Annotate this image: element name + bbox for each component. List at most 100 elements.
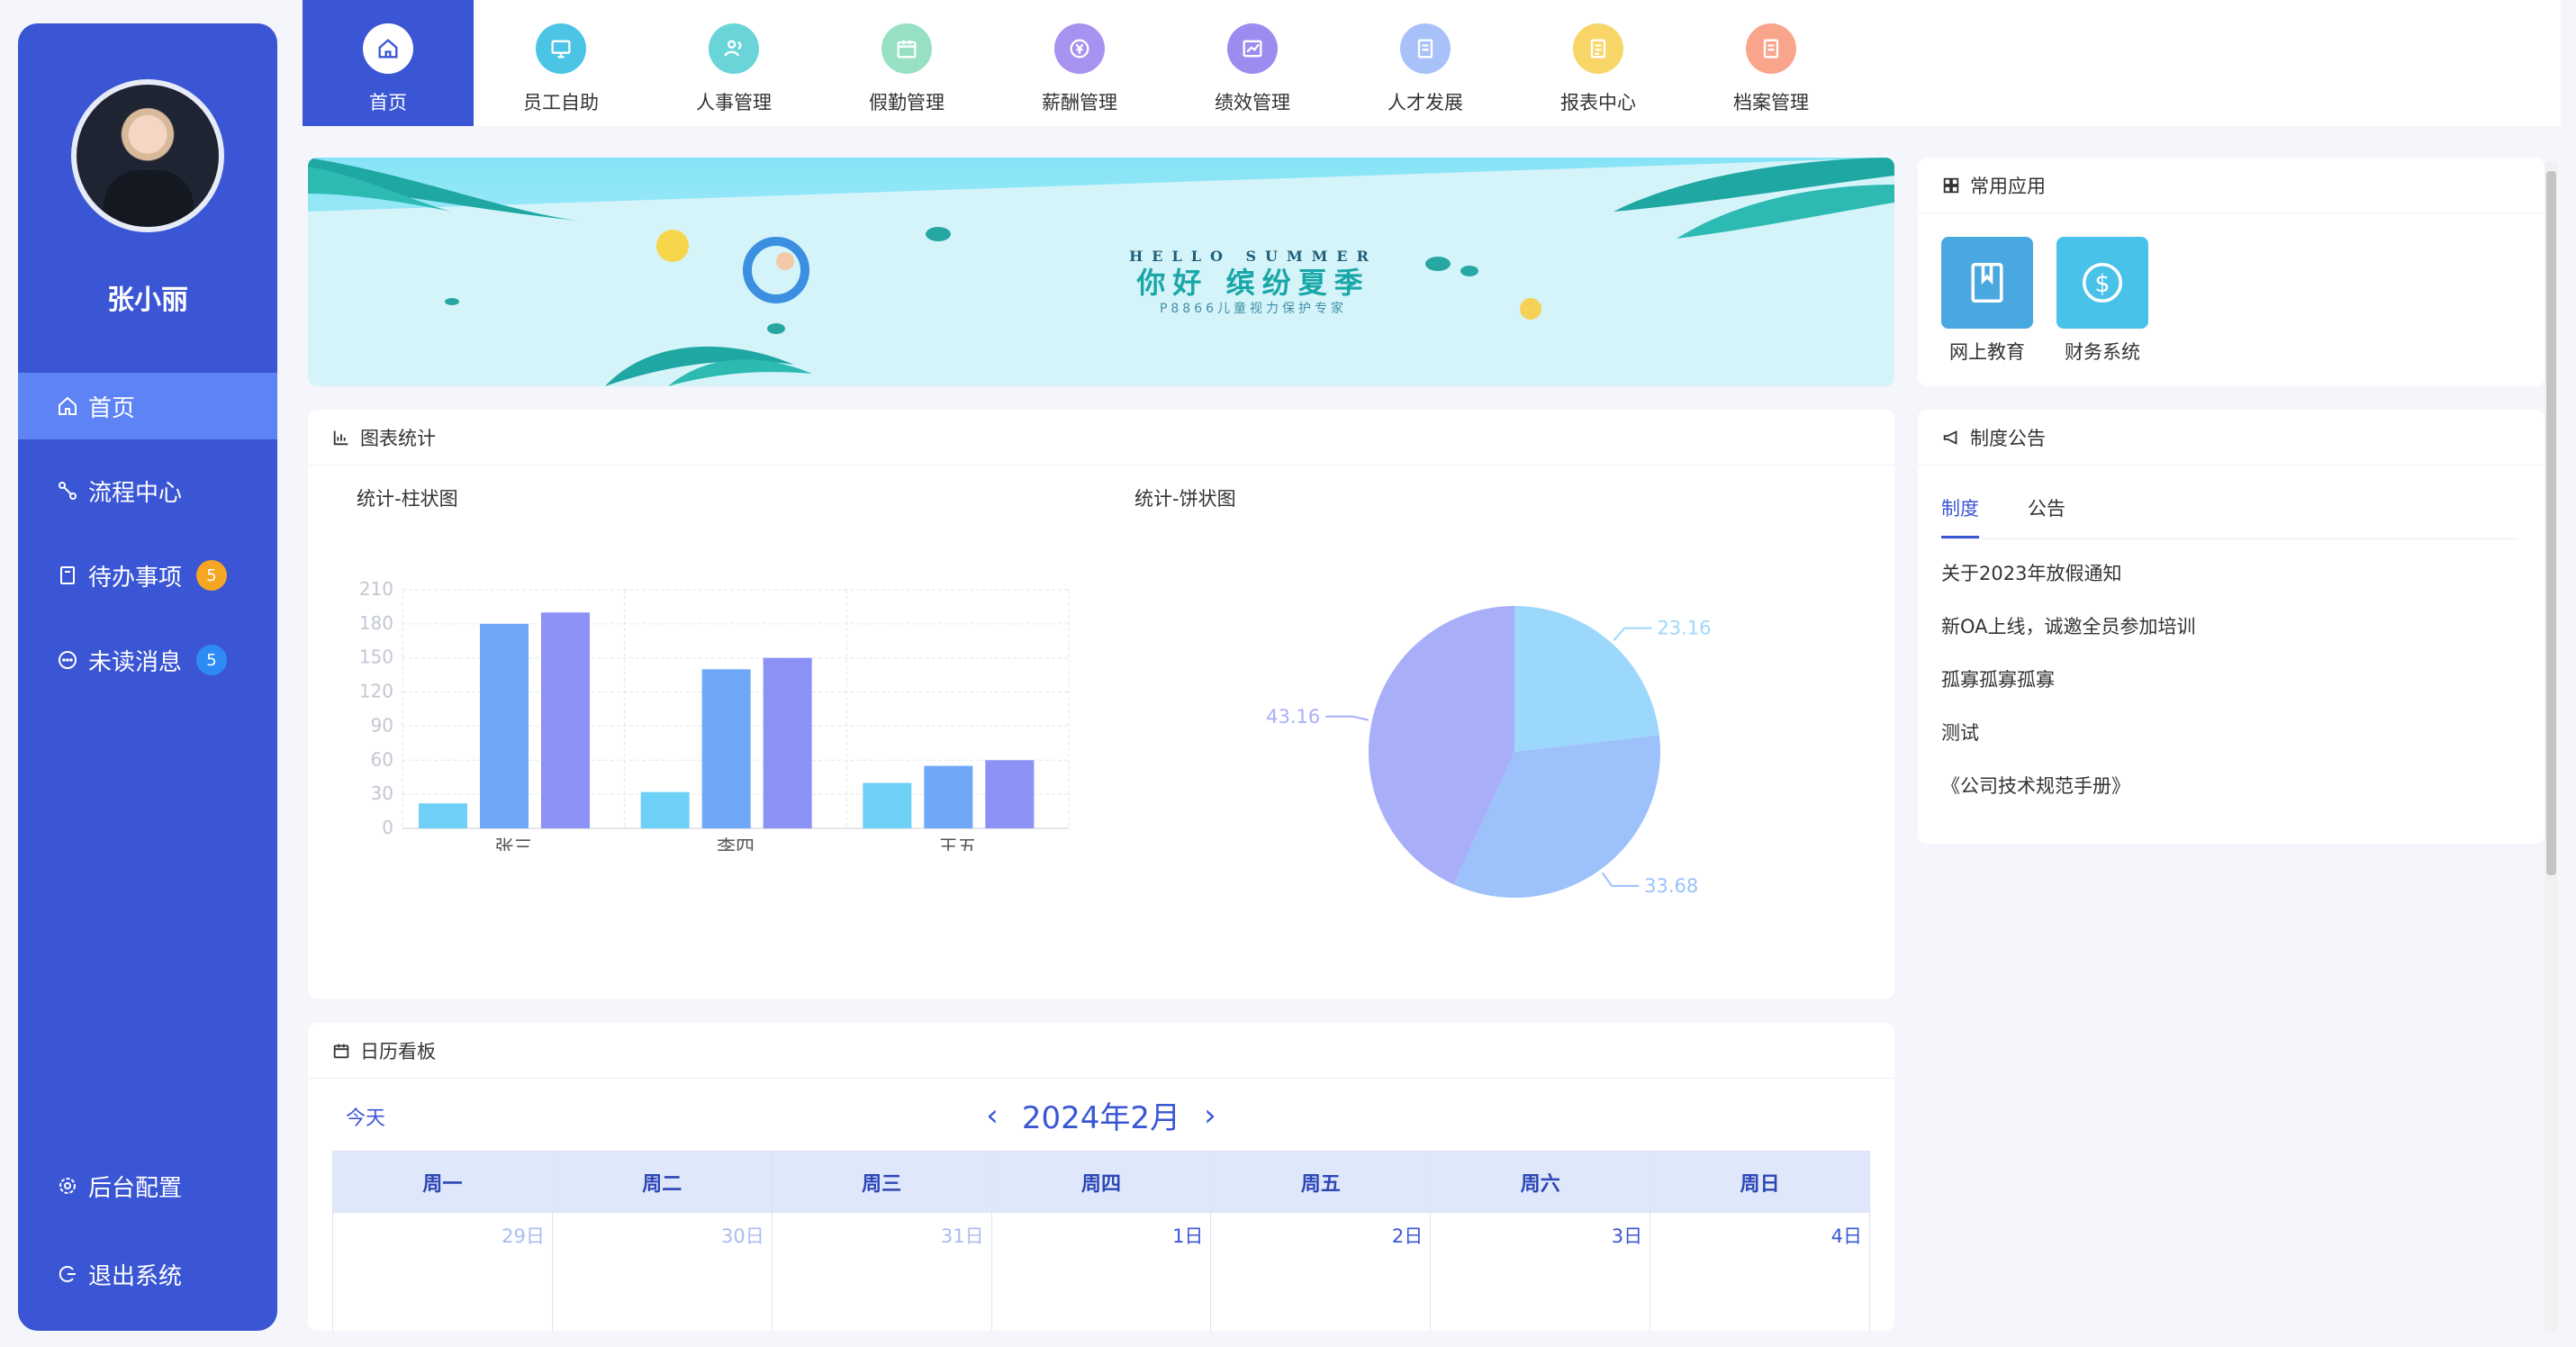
calendar-day[interactable]: 29日 <box>333 1213 553 1331</box>
bar <box>701 669 751 828</box>
scrollbar-thumb[interactable] <box>2546 171 2556 875</box>
calendar-day[interactable]: 1日 <box>992 1213 1212 1331</box>
banner-illustration: HELLO SUMMER 你好 缤纷夏季 P8866儿童视力保护专家 <box>308 158 1894 386</box>
nav-label: 人才发展 <box>1387 92 1463 113</box>
megaphone-icon <box>1943 429 1957 445</box>
avatar[interactable] <box>71 79 224 232</box>
prev-month-icon[interactable]: ‹ <box>986 1098 999 1134</box>
y-tick-label: 210 <box>359 581 393 600</box>
y-tick-label: 120 <box>359 681 393 702</box>
weekday-header: 周日 <box>1650 1152 1871 1213</box>
y-tick-label: 0 <box>382 817 393 838</box>
app-online-education[interactable]: 网上教育 <box>1941 237 2033 365</box>
x-tick-label: 张三 <box>494 836 532 851</box>
sidebar-item-label: 退出系统 <box>88 1262 183 1290</box>
doc-icon <box>1400 23 1451 74</box>
nav-talent[interactable]: 人才发展 <box>1340 0 1511 126</box>
charts-panel-header: 图表统计 <box>308 410 1894 466</box>
sidebar-item-todo[interactable]: 待办事项 5 <box>18 542 277 609</box>
bar-chart: 0 30 60 90 120 150 180 210 张三 李四 王五 <box>359 581 1070 851</box>
pie-label: 23.16 <box>1657 618 1711 639</box>
monitor-icon <box>536 23 586 74</box>
sidebar-item-home[interactable]: 首页 <box>18 373 277 439</box>
nav-label: 绩效管理 <box>1215 92 1290 113</box>
y-tick-label: 180 <box>359 612 393 634</box>
gear-icon <box>56 1174 79 1198</box>
y-tick-label: 90 <box>371 714 393 736</box>
yen-icon <box>1054 23 1105 74</box>
nav-reports[interactable]: 报表中心 <box>1513 0 1684 126</box>
notice-item[interactable]: 孤寡孤寡孤寡 <box>1941 662 2521 715</box>
nav-label: 人事管理 <box>696 92 772 113</box>
banner-line2: 你好 缤纷夏季 <box>1135 266 1369 300</box>
pie-leader-line <box>1613 627 1652 641</box>
calendar-month-label: 2024年2月 <box>1021 1100 1181 1136</box>
next-month-icon[interactable]: › <box>1204 1098 1216 1134</box>
sidebar-item-label: 流程中心 <box>88 479 183 507</box>
calendar-day[interactable]: 30日 <box>553 1213 773 1331</box>
y-tick-label: 60 <box>371 748 393 770</box>
y-tick-label: 150 <box>359 646 393 668</box>
weekday-header: 周四 <box>991 1152 1212 1213</box>
summer-banner[interactable]: HELLO SUMMER 你好 缤纷夏季 P8866儿童视力保护专家 <box>308 158 1894 386</box>
sidebar: 张小丽 首页 流程中心 待办事项 5 未读消息 5 后台配置 退出系统 <box>18 23 277 1331</box>
sidebar-item-flow[interactable]: 流程中心 <box>18 457 277 524</box>
svg-text:$: $ <box>2094 270 2110 298</box>
nav-home[interactable]: 首页 <box>303 0 474 126</box>
bar <box>924 765 973 828</box>
user-name: 张小丽 <box>107 285 188 316</box>
message-icon <box>56 648 79 672</box>
nav-performance[interactable]: 绩效管理 <box>1167 0 1338 126</box>
app-label: 财务系统 <box>2065 341 2140 363</box>
calendar-day[interactable]: 2日 <box>1211 1213 1432 1331</box>
weekday-header: 周二 <box>552 1152 773 1213</box>
nav-salary[interactable]: 薪酬管理 <box>994 0 1165 126</box>
nav-label: 报表中心 <box>1560 92 1636 113</box>
tab-regulations[interactable]: 制度 <box>1941 489 1979 538</box>
nav-hr[interactable]: 人事管理 <box>648 0 819 126</box>
pie-leader-line <box>1325 715 1369 721</box>
sidebar-item-logout[interactable]: 退出系统 <box>18 1241 277 1307</box>
notice-item[interactable]: 新OA上线，诚邀全员参加培训 <box>1941 609 2521 662</box>
nav-employee-self-service[interactable]: 员工自助 <box>475 0 646 126</box>
app-finance-system[interactable]: $ 财务系统 <box>2056 237 2148 365</box>
sidebar-item-settings[interactable]: 后台配置 <box>18 1153 277 1219</box>
pie-chart: 23.16 33.68 43.16 <box>1266 606 1711 898</box>
nav-archive[interactable]: 档案管理 <box>1686 0 1857 126</box>
messages-badge: 5 <box>196 645 228 675</box>
notice-item[interactable]: 《公司技术规范手册》 <box>1941 768 2521 821</box>
sidebar-item-messages[interactable]: 未读消息 5 <box>18 627 277 693</box>
notice-item[interactable]: 关于2023年放假通知 <box>1941 556 2521 609</box>
calendar-panel-title: 日历看板 <box>360 1040 436 1062</box>
bar-chart-title: 统计-柱状图 <box>357 488 458 510</box>
calendar-grid: 周一 周二 周三 周四 周五 周六 周日 29日 30日 31日 1日 2日 3… <box>332 1151 1871 1331</box>
archive-icon <box>1746 23 1796 74</box>
logout-icon <box>56 1262 79 1286</box>
calendar-day[interactable]: 3日 <box>1431 1213 1651 1331</box>
bar <box>985 760 1035 828</box>
notice-panel: 制度公告 制度 公告 关于2023年放假通知 新OA上线，诚邀全员参加培训 孤寡… <box>1918 410 2544 844</box>
bar <box>863 782 912 828</box>
nav-label: 假勤管理 <box>869 92 945 113</box>
app-label: 网上教育 <box>1949 341 2025 363</box>
tab-announcements[interactable]: 公告 <box>2028 489 2065 538</box>
sidebar-item-label: 首页 <box>88 394 136 422</box>
apps-panel-header: 常用应用 <box>1918 158 2544 213</box>
charts-panel: 图表统计 统计-柱状图 统计-饼状图 0 30 60 90 120 150 180 210 张三… <box>308 410 1894 999</box>
x-tick-label: 王五 <box>939 836 977 851</box>
bar-chart-icon <box>333 430 348 445</box>
chart-icon <box>1227 23 1278 74</box>
report-icon <box>1573 23 1623 74</box>
calendar-day[interactable]: 4日 <box>1650 1213 1871 1331</box>
nav-attendance[interactable]: 假勤管理 <box>821 0 992 126</box>
book-icon <box>1941 237 2033 329</box>
people-icon <box>709 23 759 74</box>
home-icon <box>56 394 79 418</box>
home-icon <box>363 23 413 74</box>
sidebar-item-label: 未读消息 <box>88 648 183 676</box>
calendar-panel: 日历看板 今天 ‹ 2024年2月 › 周一 周二 周三 周四 周五 周六 周日… <box>308 1023 1894 1331</box>
bar <box>419 803 467 828</box>
notice-item[interactable]: 测试 <box>1941 715 2521 768</box>
calendar-day[interactable]: 31日 <box>773 1213 992 1331</box>
x-tick-label: 李四 <box>717 836 755 851</box>
